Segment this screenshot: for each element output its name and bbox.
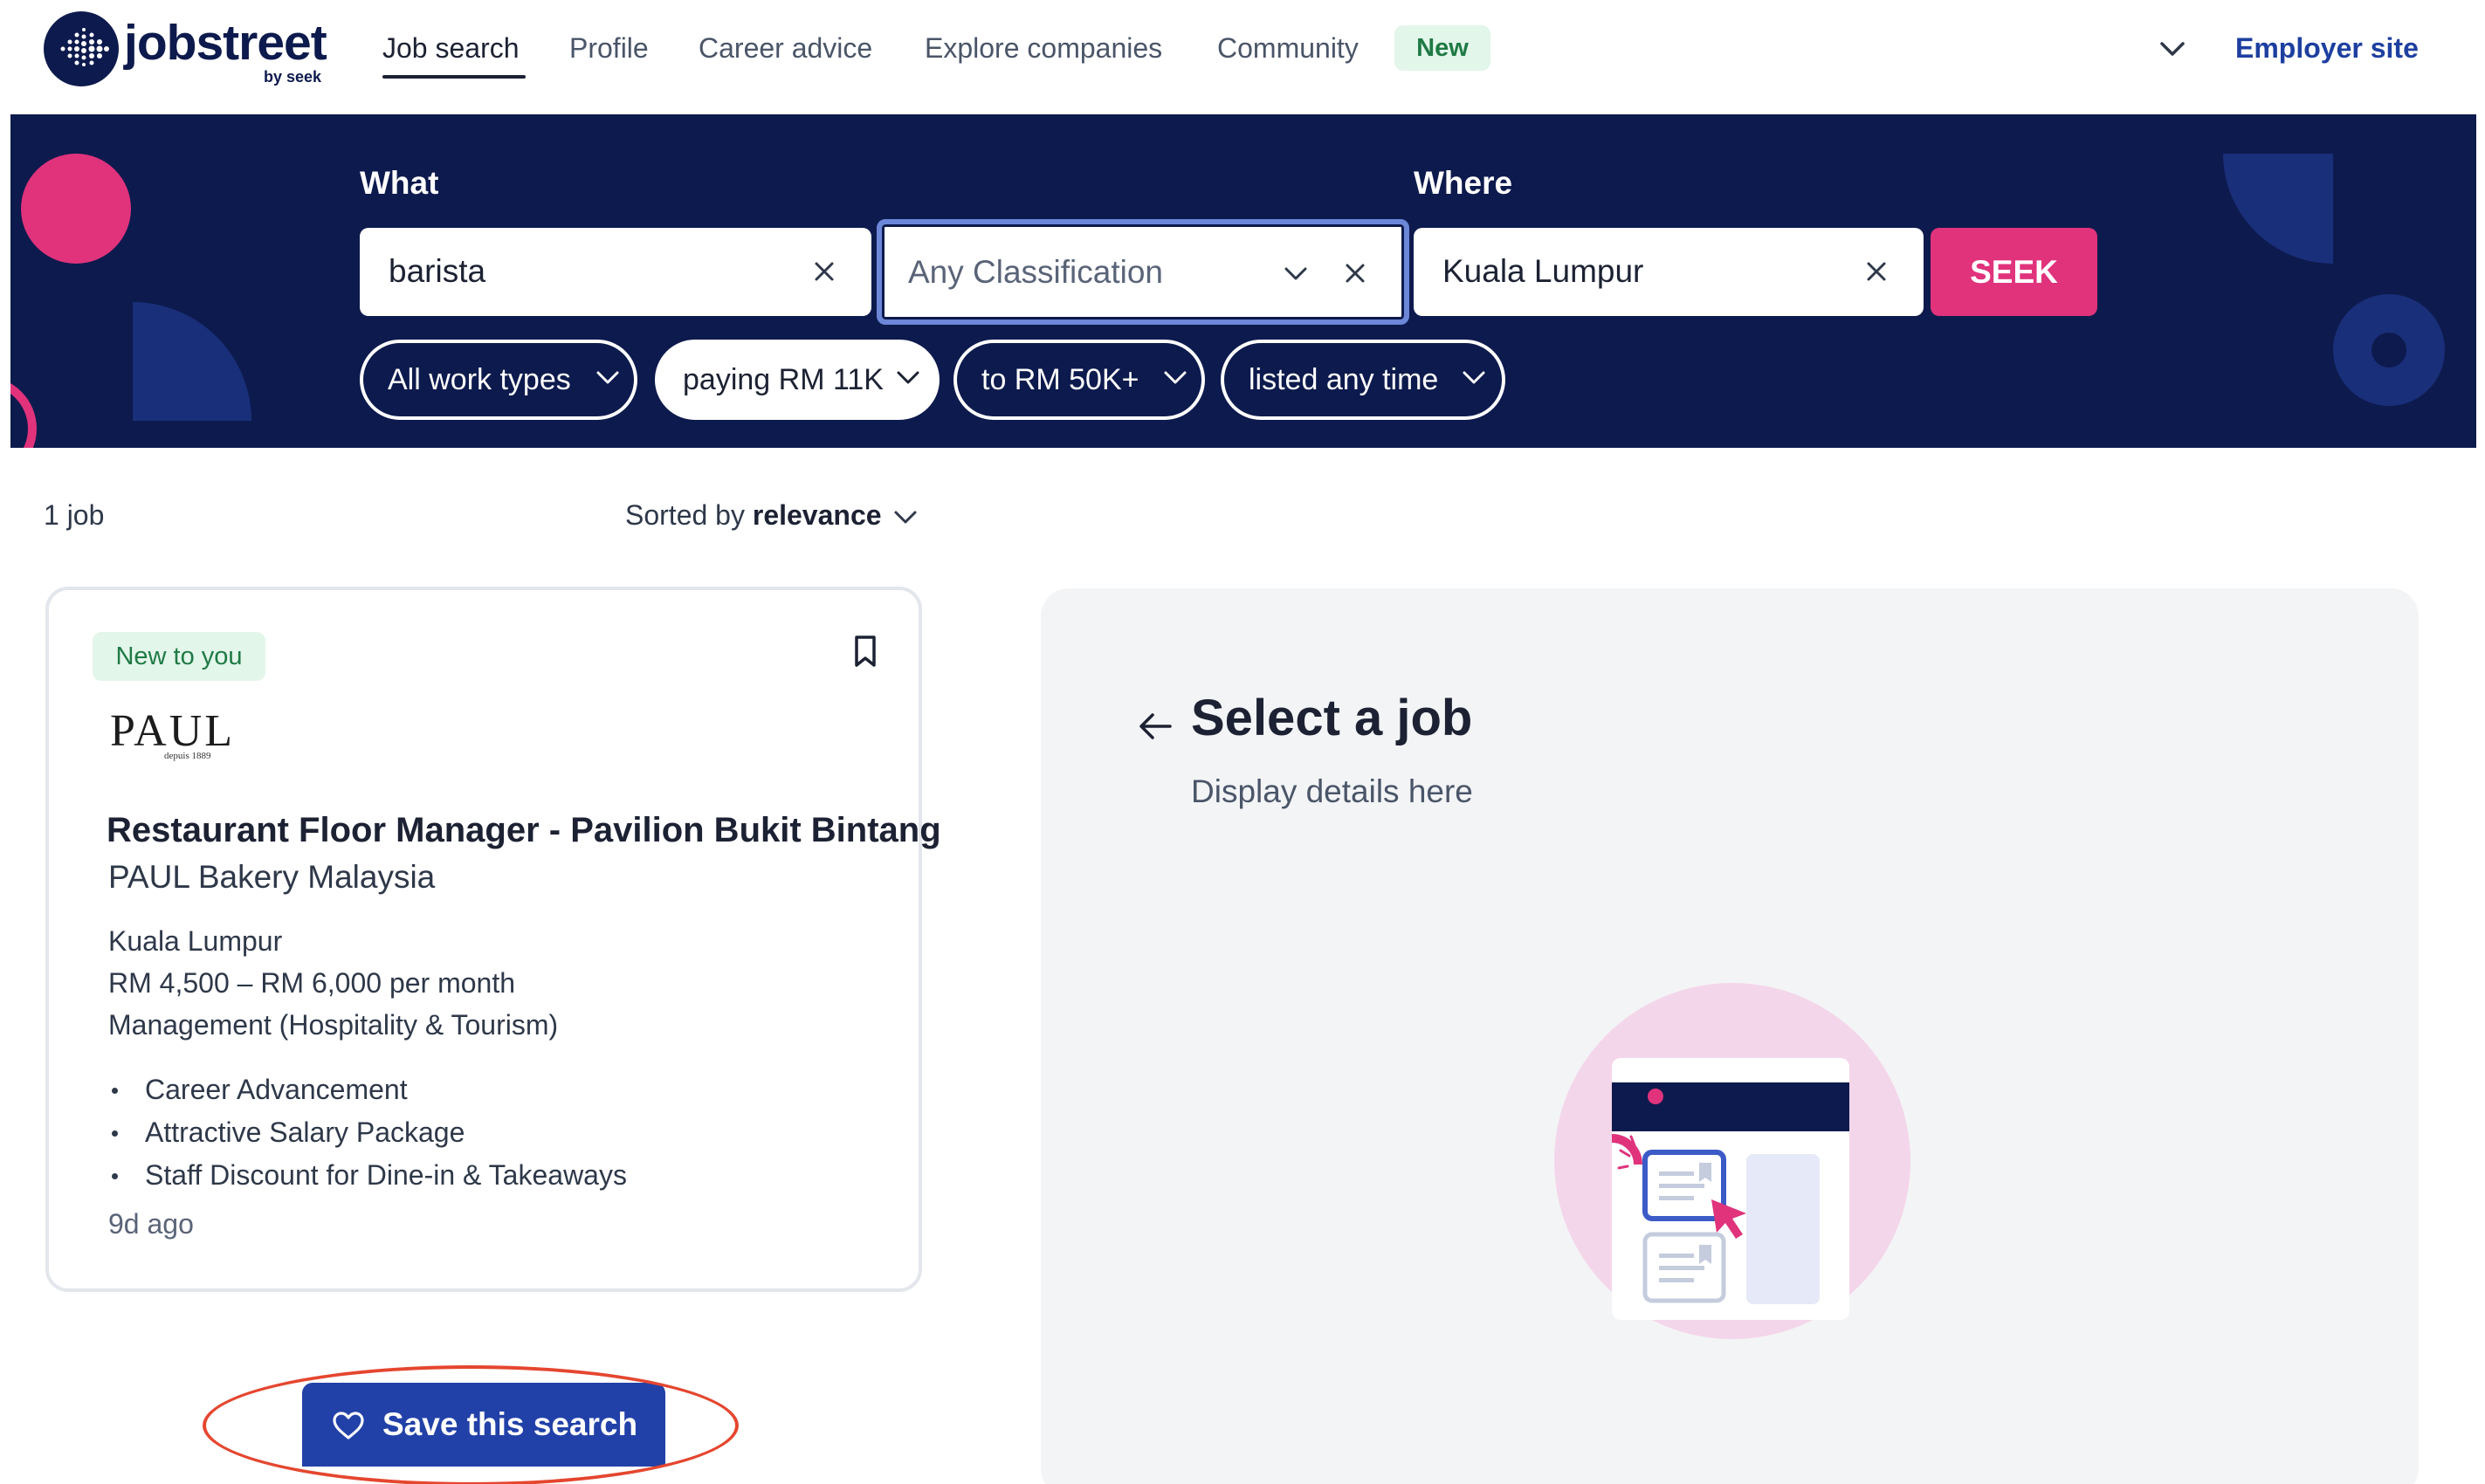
sort-dropdown[interactable]: Sorted by relevance xyxy=(625,499,882,532)
company-logo-tagline: depuis 1889 xyxy=(164,751,211,761)
bookmark-icon[interactable] xyxy=(852,634,878,669)
list-item: Attractive Salary Package xyxy=(108,1111,627,1154)
classification-chevron-down-icon[interactable] xyxy=(1282,259,1310,287)
company-logo-wordmark: PAUL xyxy=(110,706,236,756)
job-classification[interactable]: Management (Hospitality & Tourism) xyxy=(108,1006,558,1044)
chevron-down-icon xyxy=(897,371,919,384)
location-value: Kuala Lumpur xyxy=(1442,253,1644,289)
new-badge: New xyxy=(1394,25,1490,71)
job-card[interactable]: New to you PAUL depuis 1889 Restaurant F… xyxy=(45,587,941,1292)
select-job-heading: Select a job xyxy=(1191,690,1473,746)
nav-job-search[interactable]: Job search xyxy=(382,30,520,66)
jobstreet-page: jobstreet by seek Job search Profile Car… xyxy=(0,0,2485,1484)
arrow-left-icon xyxy=(1137,709,1174,744)
filter-listed-time[interactable]: listed any time xyxy=(1221,340,1505,420)
filter-listed-time-label: listed any time xyxy=(1249,363,1439,396)
select-job-illustration xyxy=(1552,981,1912,1341)
nav-profile[interactable]: Profile xyxy=(569,30,649,66)
filter-min-salary-label: paying RM 11K xyxy=(683,363,884,396)
select-job-subtitle: Display details here xyxy=(1191,773,1473,809)
nav-active-indicator xyxy=(382,75,526,79)
banner-ring-decoration xyxy=(2333,294,2445,406)
clear-location-close-icon[interactable] xyxy=(1862,258,1890,285)
chevron-down-icon xyxy=(1463,371,1485,384)
sort-chevron-down-icon[interactable] xyxy=(892,509,919,526)
chevron-down-icon xyxy=(596,371,619,384)
new-to-you-badge: New to you xyxy=(93,632,265,681)
logo-wordmark: jobstreet xyxy=(124,15,327,71)
filter-work-types[interactable]: All work types xyxy=(360,340,637,420)
location-input[interactable]: Kuala Lumpur xyxy=(1414,228,1924,316)
site-header: jobstreet by seek Job search Profile Car… xyxy=(0,0,2485,114)
list-item: Staff Discount for Dine-in & Takeaways xyxy=(108,1154,627,1197)
keyword-input[interactable]: barista xyxy=(360,228,871,316)
filter-work-types-label: All work types xyxy=(388,363,571,396)
job-details-panel: Select a job Display details here xyxy=(1041,588,2419,1484)
list-item: Career Advancement xyxy=(108,1068,627,1111)
nav-explore-companies[interactable]: Explore companies xyxy=(925,30,1162,66)
banner-right-quarter-decoration xyxy=(2223,154,2333,264)
company-name-link[interactable]: PAUL Bakery Malaysia xyxy=(108,857,435,897)
search-banner: What Where barista Any Classification Ku… xyxy=(10,114,2476,448)
sort-value: relevance xyxy=(752,499,882,531)
annotation-ellipse xyxy=(203,1365,739,1484)
job-salary: RM 4,500 – RM 6,000 per month xyxy=(108,967,516,999)
banner-pink-circle-decoration xyxy=(21,154,131,264)
job-title-link[interactable]: Restaurant Floor Manager - Pavilion Buki… xyxy=(107,808,941,852)
logo-byline: by seek xyxy=(264,68,322,86)
filter-min-salary[interactable]: paying RM 11K xyxy=(655,340,940,420)
clear-keyword-close-icon[interactable] xyxy=(810,258,838,285)
classification-placeholder: Any Classification xyxy=(908,254,1164,290)
company-logo: PAUL depuis 1889 xyxy=(110,705,241,766)
listed-date: 9d ago xyxy=(108,1208,194,1240)
chevron-down-icon xyxy=(1164,371,1187,384)
keyword-value: barista xyxy=(389,253,486,289)
filter-max-salary-label: to RM 50K+ xyxy=(981,363,1139,396)
filter-max-salary[interactable]: to RM 50K+ xyxy=(953,340,1205,420)
banner-quarter-circle-decoration xyxy=(133,302,251,421)
job-location[interactable]: Kuala Lumpur xyxy=(108,922,282,960)
jobstreet-logo[interactable]: jobstreet by seek xyxy=(44,9,341,87)
job-count: 1 job xyxy=(44,499,105,531)
job-highlights-list: Career Advancement Attractive Salary Pac… xyxy=(108,1068,627,1197)
classification-select[interactable]: Any Classification xyxy=(877,219,1409,325)
what-label: What xyxy=(360,165,439,201)
banner-pink-arc-decoration xyxy=(10,376,37,448)
employer-site-link[interactable]: Employer site xyxy=(2235,30,2419,66)
clear-classification-close-icon[interactable] xyxy=(1341,259,1369,287)
seek-search-button[interactable]: SEEK xyxy=(1931,228,2097,316)
account-menu-chevron-down-icon[interactable] xyxy=(2155,31,2190,66)
sort-prefix: Sorted by xyxy=(625,499,745,531)
logo-mark-icon xyxy=(44,11,119,86)
nav-community[interactable]: Community xyxy=(1217,30,1359,66)
nav-career-advice[interactable]: Career advice xyxy=(699,30,872,66)
where-label: Where xyxy=(1414,165,1513,201)
